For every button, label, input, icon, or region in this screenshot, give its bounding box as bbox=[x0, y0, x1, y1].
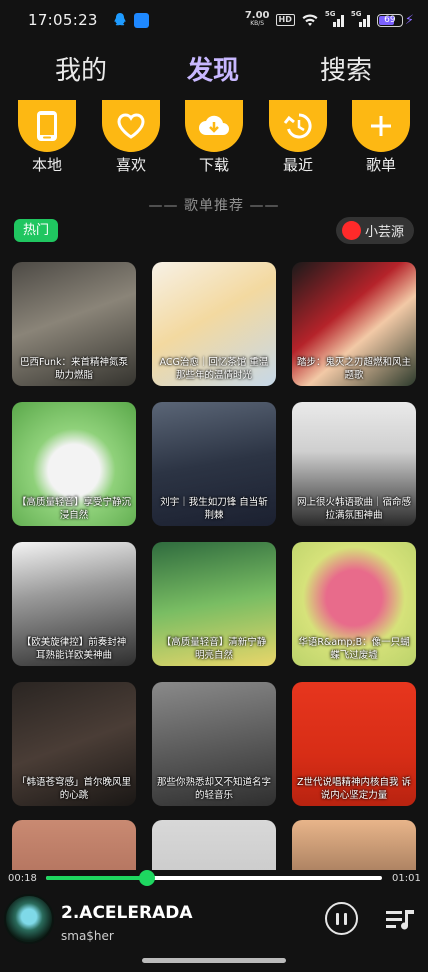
shortcut-label: 下载 bbox=[198, 156, 229, 174]
song-artist: sma$her bbox=[61, 929, 114, 943]
playlist-grid: 巴西Funk：来首精神氮泵助力燃脂 ACG治愈｜回忆茶馆 重温那些年的温情时光 … bbox=[12, 262, 416, 870]
mini-player[interactable]: 2.ACELERADA sma$her bbox=[0, 892, 428, 952]
tab-discover[interactable]: 发现 bbox=[187, 50, 239, 87]
shortcut-label: 歌单 bbox=[365, 156, 396, 174]
shortcut-label: 喜欢 bbox=[115, 156, 146, 174]
app-notification-icon bbox=[133, 12, 149, 28]
playlist-caption: 「韩语苍穹感」首尔晚风里的心跳 bbox=[16, 777, 131, 801]
playlist-card[interactable]: 「韩语苍穹感」首尔晚风里的心跳 bbox=[12, 682, 136, 806]
wifi-icon bbox=[302, 14, 318, 26]
battery-icon: 69 ⚡ bbox=[376, 13, 414, 28]
seek-bar[interactable] bbox=[46, 870, 382, 886]
playlist-card[interactable]: 【高质量轻音】享受宁静沉浸自然 bbox=[12, 402, 136, 526]
clock: 17:05:23 bbox=[28, 11, 98, 29]
seek-bar-fill bbox=[46, 876, 147, 880]
total-time: 01:01 bbox=[392, 873, 421, 884]
playlist-caption: 踏步：鬼灭之刃超燃和风主题歌 bbox=[296, 357, 411, 381]
playlist-caption: ACG治愈｜回忆茶馆 重温那些年的温情时光 bbox=[159, 357, 269, 381]
phone-icon bbox=[37, 111, 57, 141]
shortcut-downloads[interactable]: 下载 bbox=[184, 100, 244, 175]
history-icon bbox=[283, 113, 312, 139]
playlist-card[interactable] bbox=[12, 820, 136, 870]
source-label: 小芸源 bbox=[365, 225, 405, 240]
top-tabs: 我的 发现 搜索 bbox=[0, 50, 428, 90]
playlist-card[interactable]: 刘宇｜我生如刀锋 自当斩荆棘 bbox=[152, 402, 276, 526]
shortcut-local[interactable]: 本地 bbox=[17, 100, 77, 175]
shortcut-playlist[interactable]: 歌单 bbox=[351, 100, 411, 175]
status-bar: 17:05:23 7.00 KB/S HD 5G 5G 69 ⚡ bbox=[0, 0, 428, 40]
album-cover[interactable] bbox=[4, 894, 54, 944]
playlist-card[interactable]: 踏步：鬼灭之刃超燃和风主题歌 bbox=[292, 262, 416, 386]
playlist-caption: Z世代说唱精神内核自我 诉说内心坚定力量 bbox=[296, 777, 412, 801]
playlist-caption: 那些你熟悉却又不知道名字的轻音乐 bbox=[156, 777, 271, 801]
playlist-card[interactable]: 【欧美旋律控】前奏封神 耳熟能详欧美神曲 bbox=[12, 542, 136, 666]
playlist-card[interactable]: 网上很火韩语歌曲｜宿命感拉满氛围神曲 bbox=[292, 402, 416, 526]
seek-bar-handle[interactable] bbox=[138, 870, 155, 886]
source-selector-button[interactable]: 小芸源 bbox=[336, 217, 414, 244]
hot-tag[interactable]: 热门 bbox=[14, 219, 59, 242]
playlist-card[interactable] bbox=[292, 820, 416, 870]
net-speed: 7.00 KB/S bbox=[244, 10, 270, 28]
song-title: 2.ACELERADA bbox=[61, 903, 193, 923]
playlist-caption: 【欧美旋律控】前奏封神 耳熟能详欧美神曲 bbox=[21, 637, 127, 661]
playlist-card[interactable]: 巴西Funk：来首精神氮泵助力燃脂 bbox=[12, 262, 136, 386]
shortcut-row: 本地 喜欢 下载 最近 歌单 bbox=[0, 100, 428, 180]
plus-icon bbox=[371, 116, 391, 136]
home-indicator[interactable] bbox=[142, 958, 286, 963]
playlist-queue-icon[interactable] bbox=[384, 906, 416, 934]
playlist-card[interactable]: ACG治愈｜回忆茶馆 重温那些年的温情时光 bbox=[152, 262, 276, 386]
playlist-caption: 巴西Funk：来首精神氮泵助力燃脂 bbox=[20, 357, 128, 381]
signal-1-icon: 5G bbox=[325, 10, 345, 27]
section-title: —— 歌单推荐 —— bbox=[148, 198, 280, 214]
cloud-download-icon bbox=[199, 115, 229, 135]
hd-icon: HD bbox=[275, 14, 295, 26]
heart-icon bbox=[117, 113, 145, 139]
playlist-card[interactable] bbox=[152, 820, 276, 870]
playlist-caption: 【高质量轻音】享受宁静沉浸自然 bbox=[16, 497, 131, 521]
tab-mine[interactable]: 我的 bbox=[55, 50, 107, 87]
shortcut-recent[interactable]: 最近 bbox=[268, 100, 328, 175]
playlist-card[interactable]: 【高质量轻音】清新宁静 明亮自然 bbox=[152, 542, 276, 666]
shortcut-label: 最近 bbox=[282, 156, 313, 174]
pause-button[interactable] bbox=[325, 902, 358, 935]
playlist-card[interactable]: 那些你熟悉却又不知道名字的轻音乐 bbox=[152, 682, 276, 806]
playlist-caption: 刘宇｜我生如刀锋 自当斩荆棘 bbox=[160, 497, 268, 521]
playlist-caption: 【高质量轻音】清新宁静 明亮自然 bbox=[161, 637, 267, 661]
current-time: 00:18 bbox=[8, 873, 37, 884]
shortcut-favorites[interactable]: 喜欢 bbox=[101, 100, 161, 175]
tab-search[interactable]: 搜索 bbox=[320, 50, 372, 87]
playlist-caption: 华语R&amp;B：像一只蝴蝶飞过废墟 bbox=[298, 637, 410, 661]
playlist-card[interactable]: Z世代说唱精神内核自我 诉说内心坚定力量 bbox=[292, 682, 416, 806]
playlist-card[interactable]: 华语R&amp;B：像一只蝴蝶飞过废墟 bbox=[292, 542, 416, 666]
playlist-caption: 网上很火韩语歌曲｜宿命感拉满氛围神曲 bbox=[296, 497, 411, 521]
shortcut-label: 本地 bbox=[31, 156, 62, 174]
qq-icon bbox=[114, 13, 126, 26]
signal-2-icon: 5G bbox=[351, 10, 371, 27]
source-dot-icon bbox=[342, 221, 361, 240]
